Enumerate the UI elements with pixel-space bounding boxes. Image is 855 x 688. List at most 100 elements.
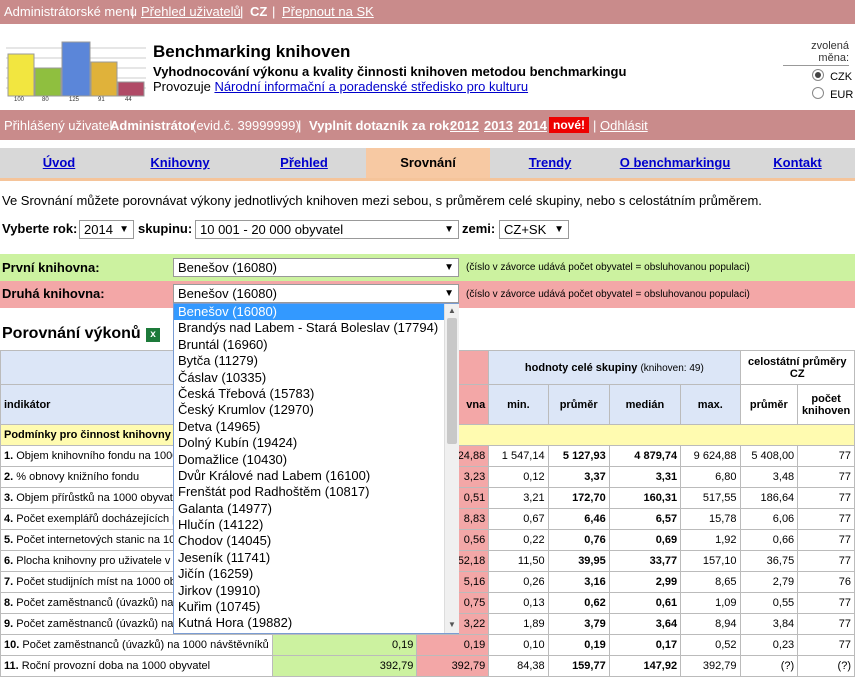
value-cell-med: 3,64 <box>608 613 682 635</box>
logo-value: 100 <box>14 97 25 102</box>
value-cell-min: 3,21 <box>488 487 549 509</box>
admin-menu-link[interactable]: Administrátorské menu <box>4 4 137 19</box>
dropdown-option[interactable]: Hlučín (14122) <box>174 517 458 533</box>
indicator-label: Počet exemplářů docházejících p <box>16 513 179 525</box>
value-cell-cz: 2,79 <box>739 571 799 593</box>
value-cell-med: 33,77 <box>608 550 682 572</box>
page-subtitle: Vyhodnocování výkonu a kvality činnosti … <box>153 64 627 79</box>
provider-prefix: Provozuje <box>153 79 211 94</box>
dropdown-option[interactable]: Benešov (16080) <box>174 304 458 321</box>
indicator-number: 2. <box>4 471 14 483</box>
excel-export-icon[interactable]: x <box>146 328 160 342</box>
group-select[interactable]: 10 001 - 20 000 obyvatel ▼ <box>195 220 459 239</box>
dropdown-option[interactable]: Jirkov (19910) <box>174 583 458 599</box>
tab-srovnani[interactable]: Srovnání <box>366 148 490 178</box>
scroll-down-icon[interactable]: ▼ <box>447 620 457 630</box>
tab-prehled[interactable]: Přehled <box>242 148 366 178</box>
value-cell-cnt: 77 <box>797 487 855 509</box>
dropdown-option[interactable]: Český Krumlov (12970) <box>174 402 458 418</box>
value-cell-min: 1,89 <box>488 613 549 635</box>
currency-czk[interactable]: CZK <box>812 68 852 83</box>
value-cell-med: 6,57 <box>608 508 682 530</box>
value-cell-cz: 3,48 <box>739 466 799 488</box>
indicator-label: Počet studijních míst na 1000 oby <box>16 576 182 588</box>
intro-text: Ve Srovnání můžete porovnávat výkony jed… <box>2 193 762 208</box>
dropdown-option[interactable]: Dvůr Králové nad Labem (16100) <box>174 468 458 484</box>
radio-checked-icon[interactable] <box>812 69 824 81</box>
first-library-note: (číslo v závorce udává počet obyvatel = … <box>466 262 750 273</box>
indicator-number: 9. <box>4 618 14 630</box>
tab-knihovny[interactable]: Knihovny <box>118 148 242 178</box>
scroll-thumb[interactable] <box>447 318 457 444</box>
indicator-number: 1. <box>4 450 14 462</box>
dropdown-option[interactable]: Galanta (14977) <box>174 501 458 517</box>
country-select[interactable]: CZ+SK ▼ <box>499 220 569 239</box>
value-cell-max: 517,55 <box>680 487 741 509</box>
value-cell-avg: 0,62 <box>547 592 610 614</box>
value-cell-avg: 0,76 <box>547 529 610 551</box>
value-cell-cz: 186,64 <box>739 487 799 509</box>
indicator-label: Počet zaměstnanců (úvazků) na 1 <box>16 597 183 609</box>
dropdown-option[interactable]: Chodov (14045) <box>174 533 458 549</box>
second-library-note: (číslo v závorce udává počet obyvatel = … <box>466 289 750 300</box>
logout-link[interactable]: Odhlásit <box>600 118 648 133</box>
year-2014-link[interactable]: 2014 <box>518 118 547 133</box>
year-2013-link[interactable]: 2013 <box>484 118 513 133</box>
separator: | <box>272 4 276 19</box>
value-cell-med: 4 879,74 <box>608 445 682 467</box>
dropdown-option[interactable]: Bytča (11279) <box>174 353 458 369</box>
dropdown-option[interactable]: Jeseník (11741) <box>174 550 458 566</box>
value-cell-max: 392,79 <box>680 655 741 677</box>
provider-link[interactable]: Národní informační a poradenské středisk… <box>214 79 528 94</box>
main-nav: Úvod Knihovny Přehled Srovnání Trendy O … <box>0 148 855 181</box>
indicator-label: Počet zaměstnanců (úvazků) na 1 <box>16 618 183 630</box>
second-library-label: Druhá knihovna: <box>2 286 105 301</box>
dropdown-scrollbar[interactable]: ▲ ▼ <box>444 304 459 633</box>
value-cell-cnt: 77 <box>797 550 855 572</box>
year-select[interactable]: 2014 ▼ <box>79 220 134 239</box>
dropdown-option[interactable]: Dolný Kubín (19424) <box>174 435 458 451</box>
dropdown-option[interactable]: Čáslav (10335) <box>174 370 458 386</box>
value-cell-med: 160,31 <box>608 487 682 509</box>
logo-value: 91 <box>98 97 105 102</box>
tab-uvod[interactable]: Úvod <box>0 148 118 178</box>
value-cell-max: 0,52 <box>680 634 741 656</box>
tab-o-benchmarkingu[interactable]: O benchmarkingu <box>610 148 740 178</box>
dropdown-option[interactable]: Kutná Hora (19882) <box>174 615 458 631</box>
dropdown-option[interactable]: Jičín (16259) <box>174 566 458 582</box>
indicator-number: 7. <box>4 576 14 588</box>
value-cell-max: 8,65 <box>680 571 741 593</box>
switch-sk-link[interactable]: Přepnout na SK <box>282 4 374 19</box>
currency-eur[interactable]: EUR <box>812 86 853 101</box>
value-cell-min: 11,50 <box>488 550 549 572</box>
scroll-up-icon[interactable]: ▲ <box>447 306 457 316</box>
benchmark-logo-icon: 100 80 125 91 44 <box>6 41 146 102</box>
dropdown-option[interactable]: Kuřim (10745) <box>174 599 458 615</box>
dropdown-option[interactable]: Detva (14965) <box>174 419 458 435</box>
separator: | <box>593 118 597 133</box>
radio-unchecked-icon[interactable] <box>812 87 824 99</box>
year-2012-link[interactable]: 2012 <box>450 118 479 133</box>
dropdown-option[interactable]: Domažlice (10430) <box>174 452 458 468</box>
second-library-select[interactable]: Benešov (16080) ▼ <box>173 284 459 303</box>
dropdown-option[interactable]: Bruntál (16960) <box>174 337 458 353</box>
value-cell-cz: 36,75 <box>739 550 799 572</box>
second-library-dropdown-list[interactable]: Benešov (16080) Brandýs nad Labem - Stará… <box>173 303 459 634</box>
currency-label: zvolená měna: <box>783 40 849 66</box>
dropdown-option[interactable]: Brandýs nad Labem - Stará Boleslav (1779… <box>174 320 458 336</box>
value-cell-med: 3,31 <box>608 466 682 488</box>
indicator-cell: 11. Roční provozní doba na 1000 obyvatel <box>0 655 273 677</box>
value-cell-min: 0,67 <box>488 508 549 530</box>
value-cell-v1: 0,19 <box>271 634 418 656</box>
users-link[interactable]: Přehled uživatelů <box>141 4 241 19</box>
first-library-select[interactable]: Benešov (16080) ▼ <box>173 258 459 277</box>
tab-trendy[interactable]: Trendy <box>490 148 610 178</box>
separator: | <box>131 4 135 19</box>
indicator-label: Objem knihovního fondu na 1000 <box>16 450 179 462</box>
separator: | <box>298 118 302 133</box>
indicator-number: 8. <box>4 597 14 609</box>
tab-kontakt[interactable]: Kontakt <box>740 148 855 178</box>
col-library-count: počet knihoven <box>797 384 855 425</box>
dropdown-option[interactable]: Frenštát pod Radhoštěm (10817) <box>174 484 458 500</box>
dropdown-option[interactable]: Česká Třebová (15783) <box>174 386 458 402</box>
